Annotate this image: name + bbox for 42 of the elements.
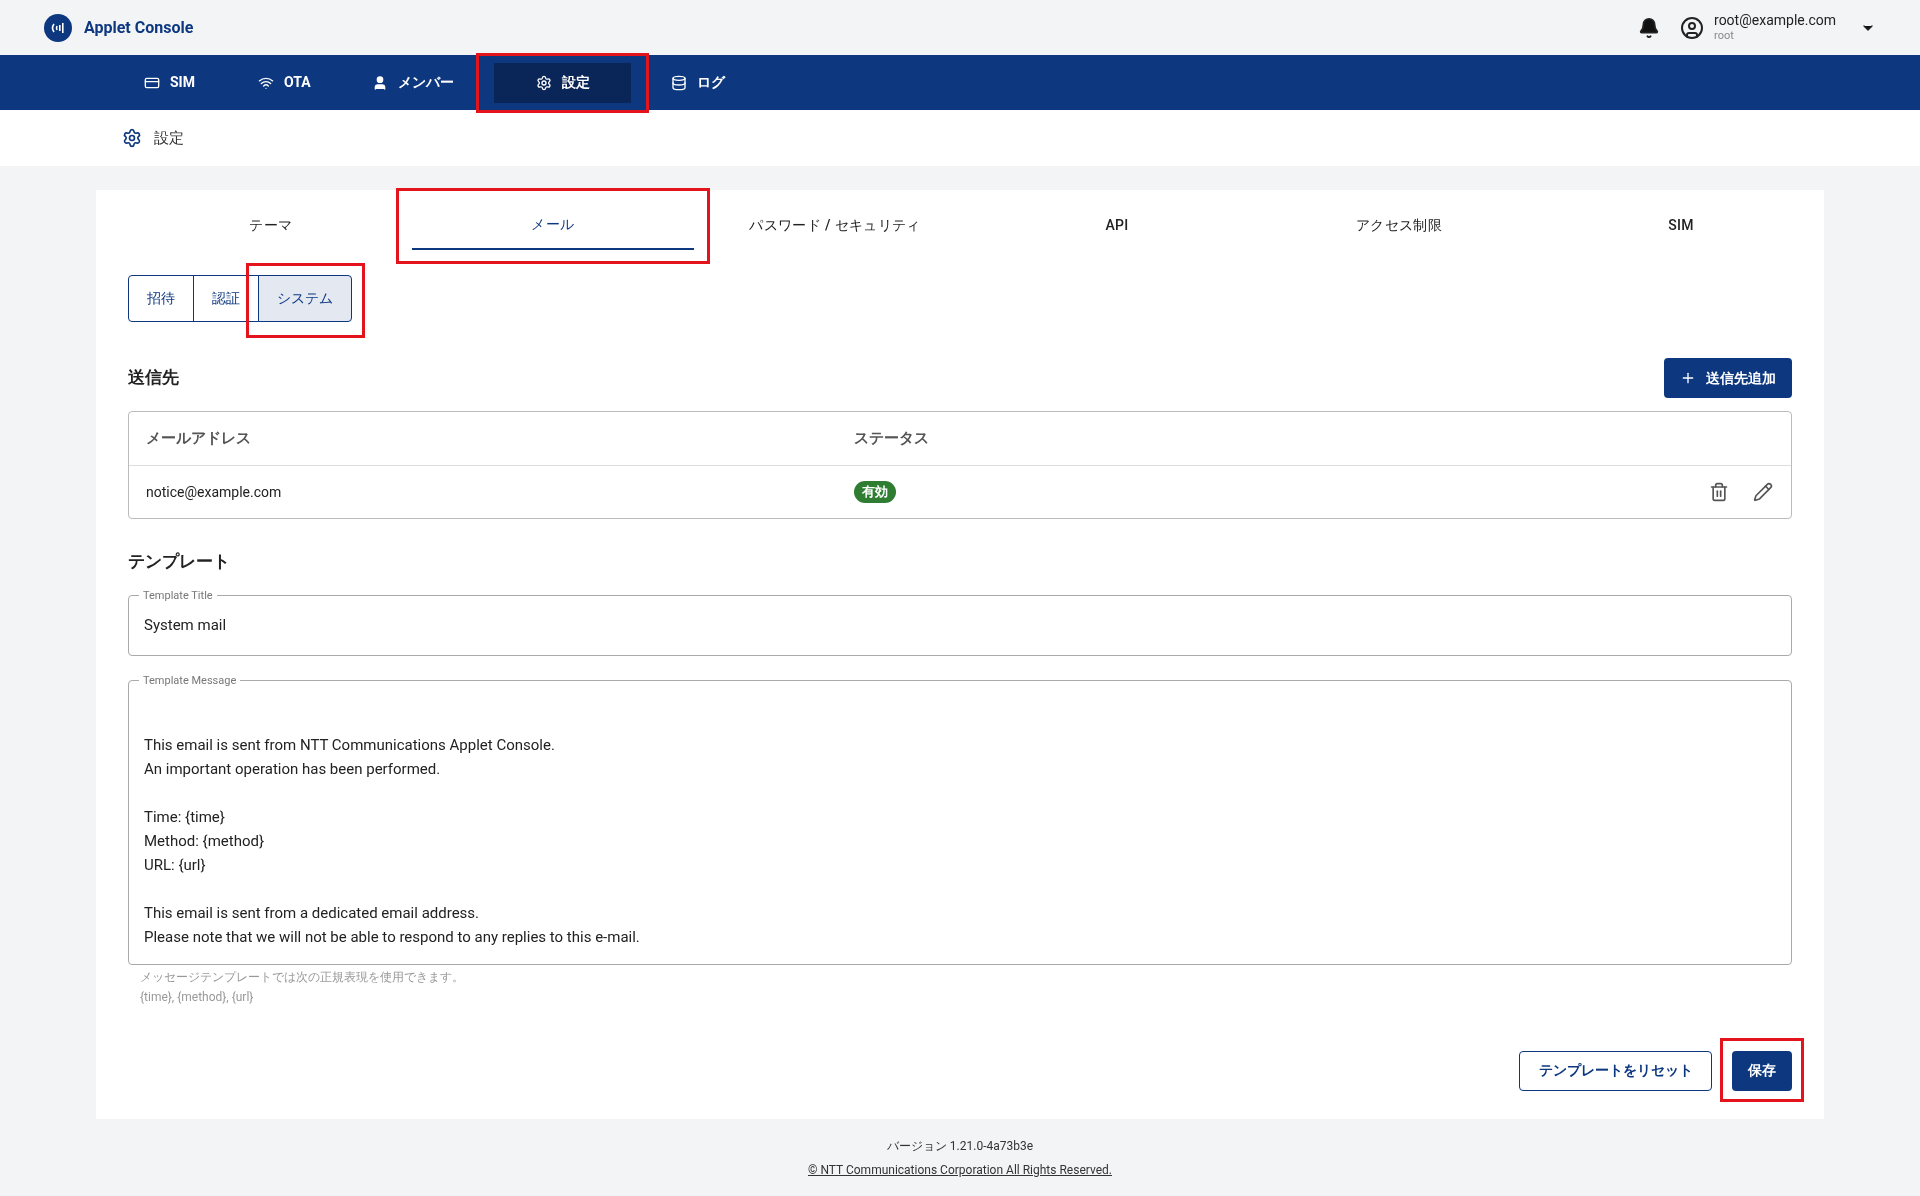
reset-button[interactable]: テンプレートをリセット <box>1519 1050 1712 1091</box>
sub-tab[interactable]: 招待 <box>128 275 194 322</box>
table-cell-text: notice@example.com <box>145 482 283 502</box>
helper-text: メッセージテンプレートでは次の正規表現を使用できます。 <box>140 968 465 986</box>
person-icon <box>372 74 388 91</box>
nav-tab[interactable]: SIM <box>128 62 218 103</box>
section-title: テンプレート <box>128 550 231 573</box>
save-button[interactable]: 保存 <box>1732 1050 1792 1091</box>
settings-tab[interactable]: SIM <box>1540 200 1822 250</box>
sub-tab[interactable]: 認証 <box>193 275 259 322</box>
nav-tab[interactable]: 設定 <box>494 62 631 103</box>
app-title: Applet Console <box>84 16 194 39</box>
delete-icon[interactable] <box>1709 482 1729 502</box>
edit-icon[interactable] <box>1753 482 1773 502</box>
helper-text: {time}, {method}, {url} <box>140 988 255 1006</box>
settings-icon <box>122 128 142 148</box>
logo-icon <box>44 13 72 42</box>
column-header: ステータス <box>854 428 929 450</box>
column-header: メールアドレス <box>145 428 252 450</box>
settings-tab[interactable]: テーマ <box>130 200 412 250</box>
user-menu[interactable]: root@example.com root <box>1680 11 1876 44</box>
add-recipient-button[interactable]: 送信先追加 <box>1664 358 1792 398</box>
settings-tab[interactable]: メール <box>412 200 694 250</box>
settings-tab[interactable]: パスワード / セキュリティ <box>694 200 976 250</box>
version-text: バージョン 1.21.0-4a73b3e <box>886 1137 1034 1155</box>
settings-icon <box>535 74 552 91</box>
database-icon <box>671 74 687 91</box>
nav-tab[interactable]: OTA <box>242 62 332 103</box>
nav-tab[interactable]: ログ <box>655 62 745 103</box>
notification-bell-icon[interactable] <box>1638 16 1661 39</box>
user-avatar-icon <box>1680 15 1705 40</box>
settings-tab[interactable]: API <box>976 200 1258 250</box>
section-title: 送信先 <box>128 366 179 390</box>
settings-tab[interactable]: アクセス制限 <box>1258 200 1540 250</box>
field-value: This email is sent from NTT Communications Applet Console. An important operation has been performed. Time: {time} Method: {method} URL: {url} This email is sent from a dedicated email address. Please note that we will not be able to respond to any replies to this e-mail. <box>144 734 641 948</box>
plus-icon <box>1680 370 1696 386</box>
status-badge: 有効 <box>854 481 896 503</box>
field-value: System mail <box>144 614 227 636</box>
breadcrumb: 設定 <box>154 127 184 149</box>
sub-tab[interactable]: システム <box>258 275 352 322</box>
copyright-link[interactable]: © NTT Communications Corporation All Rights Reserved. <box>808 1160 1112 1179</box>
nav-tab[interactable]: メンバー <box>356 62 470 103</box>
